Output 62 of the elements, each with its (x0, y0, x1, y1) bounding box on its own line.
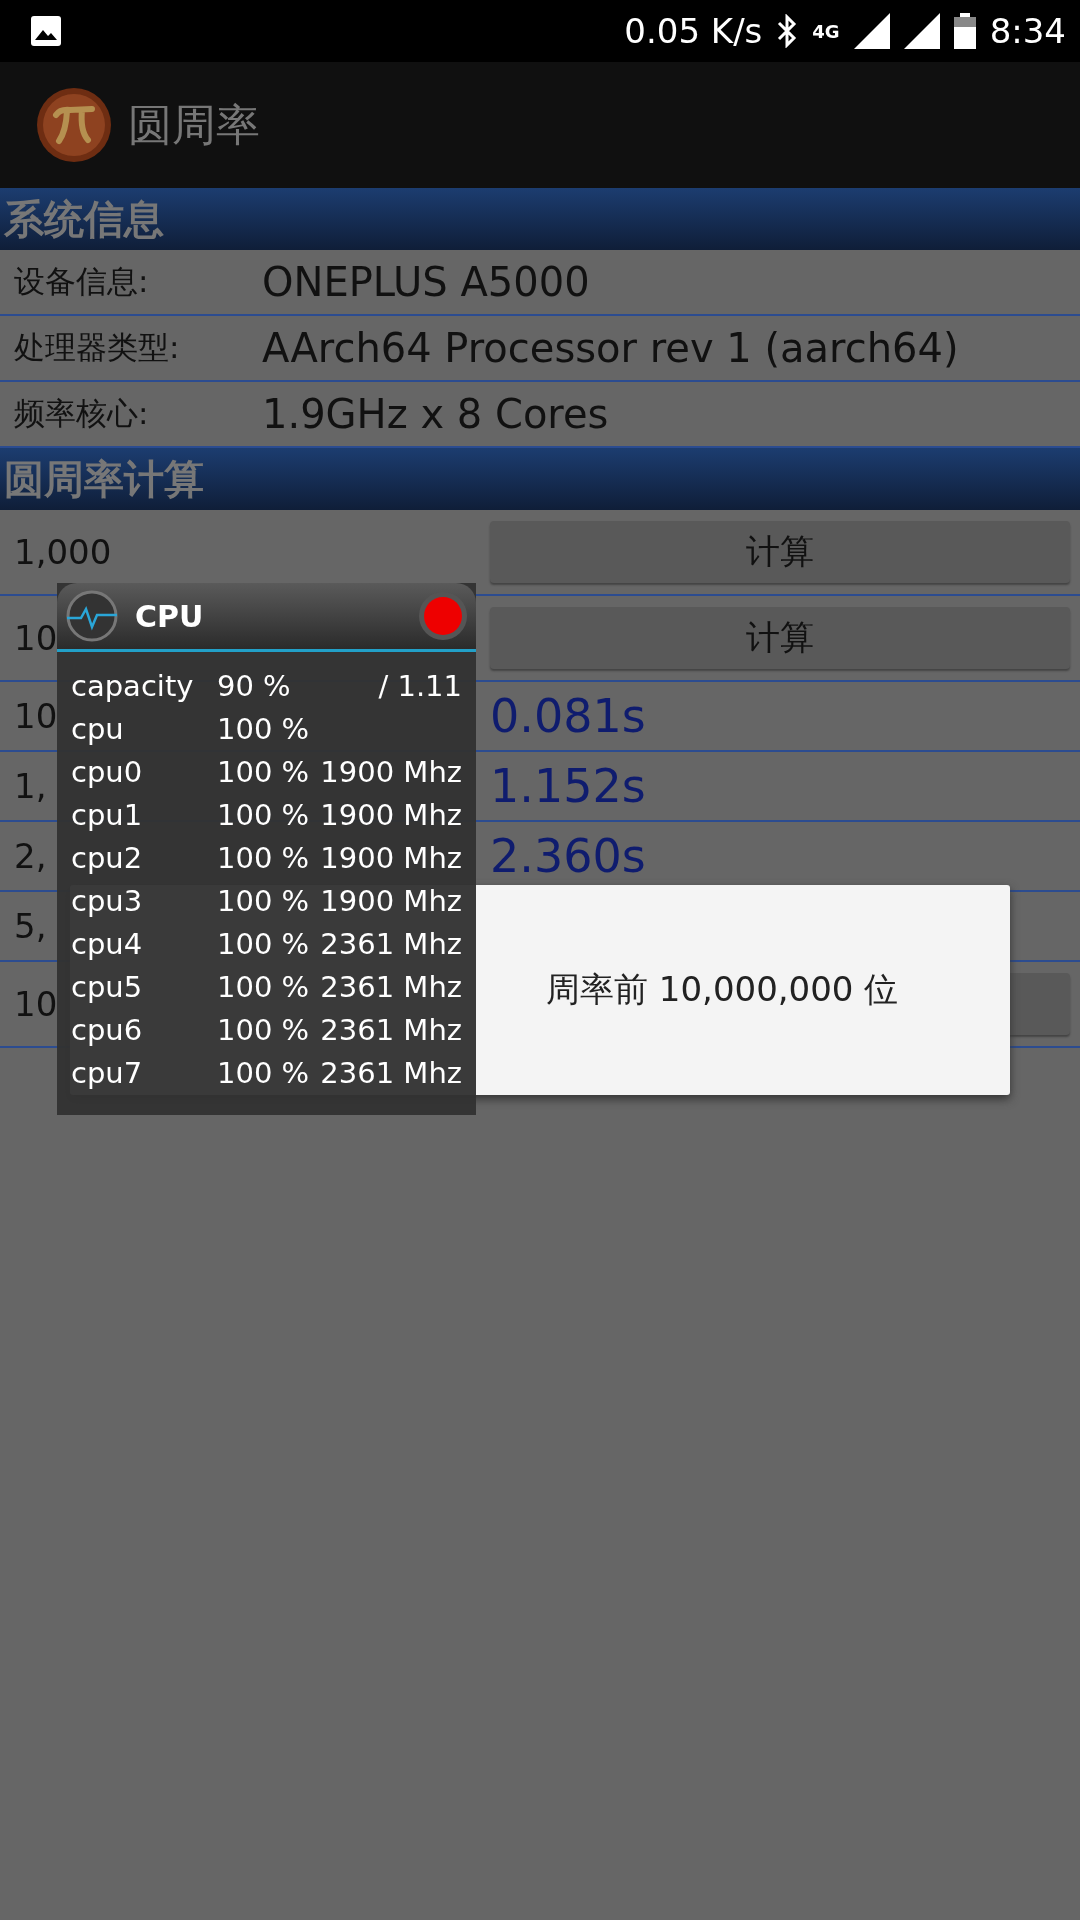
info-value: 1.9GHz x 8 Cores (262, 391, 609, 437)
cpu-frequency: 2361 Mhz (319, 1012, 462, 1047)
overlay-title: CPU (135, 598, 205, 634)
cpu-name: cpu1 (71, 797, 144, 832)
cpu-name: cpu (71, 711, 125, 746)
result-time: 1.152s (490, 759, 646, 813)
bluetooth-icon (776, 14, 799, 48)
cpu-usage: 100 % (217, 840, 311, 875)
digit-count: 10 (14, 696, 58, 736)
cpu-usage: 100 % (217, 883, 311, 918)
pulse-icon (65, 589, 119, 643)
result-time: 2.360s (490, 829, 646, 883)
app-title: 圆周率 (128, 97, 260, 152)
section-title: 圆周率计算 (4, 454, 204, 504)
cpu-frequency: 1900 Mhz (319, 883, 462, 918)
network-speed: 0.05 K/s (624, 11, 763, 51)
cpu-usage: 100 % (217, 969, 311, 1004)
calculate-button[interactable]: 计算 (490, 521, 1070, 583)
digit-count: 2, (14, 836, 47, 876)
cpu-usage: 100 % (217, 1055, 311, 1090)
signal-icon (853, 13, 890, 49)
cpu-usage: 90 % (217, 668, 292, 703)
cpu-usage: 100 % (217, 926, 311, 961)
digit-count: 10 (14, 984, 58, 1024)
cpu-name: cpu7 (71, 1055, 144, 1090)
cpu-usage: 100 % (217, 1012, 311, 1047)
cpu-frequency: 1900 Mhz (319, 754, 462, 789)
cpu-usage: 100 % (217, 797, 311, 832)
image-icon (30, 15, 62, 47)
info-value: AArch64 Processor rev 1 (aarch64) (262, 325, 959, 371)
pi-logo-icon (36, 87, 112, 163)
digit-count: 10 (14, 618, 58, 658)
cpu-usage: 100 % (217, 711, 311, 746)
calculate-button[interactable]: 计算 (490, 607, 1070, 669)
info-value: ONEPLUS A5000 (262, 259, 590, 305)
section-title: 系统信息 (4, 194, 164, 244)
info-label: 设备信息: (13, 262, 150, 301)
info-label: 频率核心: (13, 394, 150, 433)
digit-count: 5, (14, 906, 47, 946)
network-type: 4G (812, 20, 840, 42)
cpu-name: cpu2 (71, 840, 144, 875)
cpu-name: capacity (71, 668, 195, 703)
cpu-frequency: 1900 Mhz (319, 840, 462, 875)
cpu-frequency: 2361 Mhz (319, 926, 462, 961)
cpu-name: cpu3 (71, 883, 144, 918)
progress-message: 周率前 10,000,000 位 (546, 968, 899, 1011)
cpu-name: cpu0 (71, 754, 144, 789)
cpu-frequency: 2361 Mhz (319, 1055, 462, 1090)
cpu-name: cpu6 (71, 1012, 144, 1047)
cpu-frequency: 1900 Mhz (319, 797, 462, 832)
battery-icon (953, 13, 976, 49)
result-time: 0.081s (490, 689, 646, 743)
signal-icon (903, 13, 940, 49)
cpu-name: cpu4 (71, 926, 144, 961)
digit-count: 1, (14, 766, 47, 806)
cpu-frequency: 2361 Mhz (319, 969, 462, 1004)
digit-count: 1,000 (14, 532, 112, 572)
cpu-frequency: / 1.11 (377, 668, 462, 703)
cpu-name: cpu5 (71, 969, 144, 1004)
info-label: 处理器类型: (13, 328, 181, 367)
cpu-usage: 100 % (217, 754, 311, 789)
clock: 8:34 (989, 11, 1066, 51)
